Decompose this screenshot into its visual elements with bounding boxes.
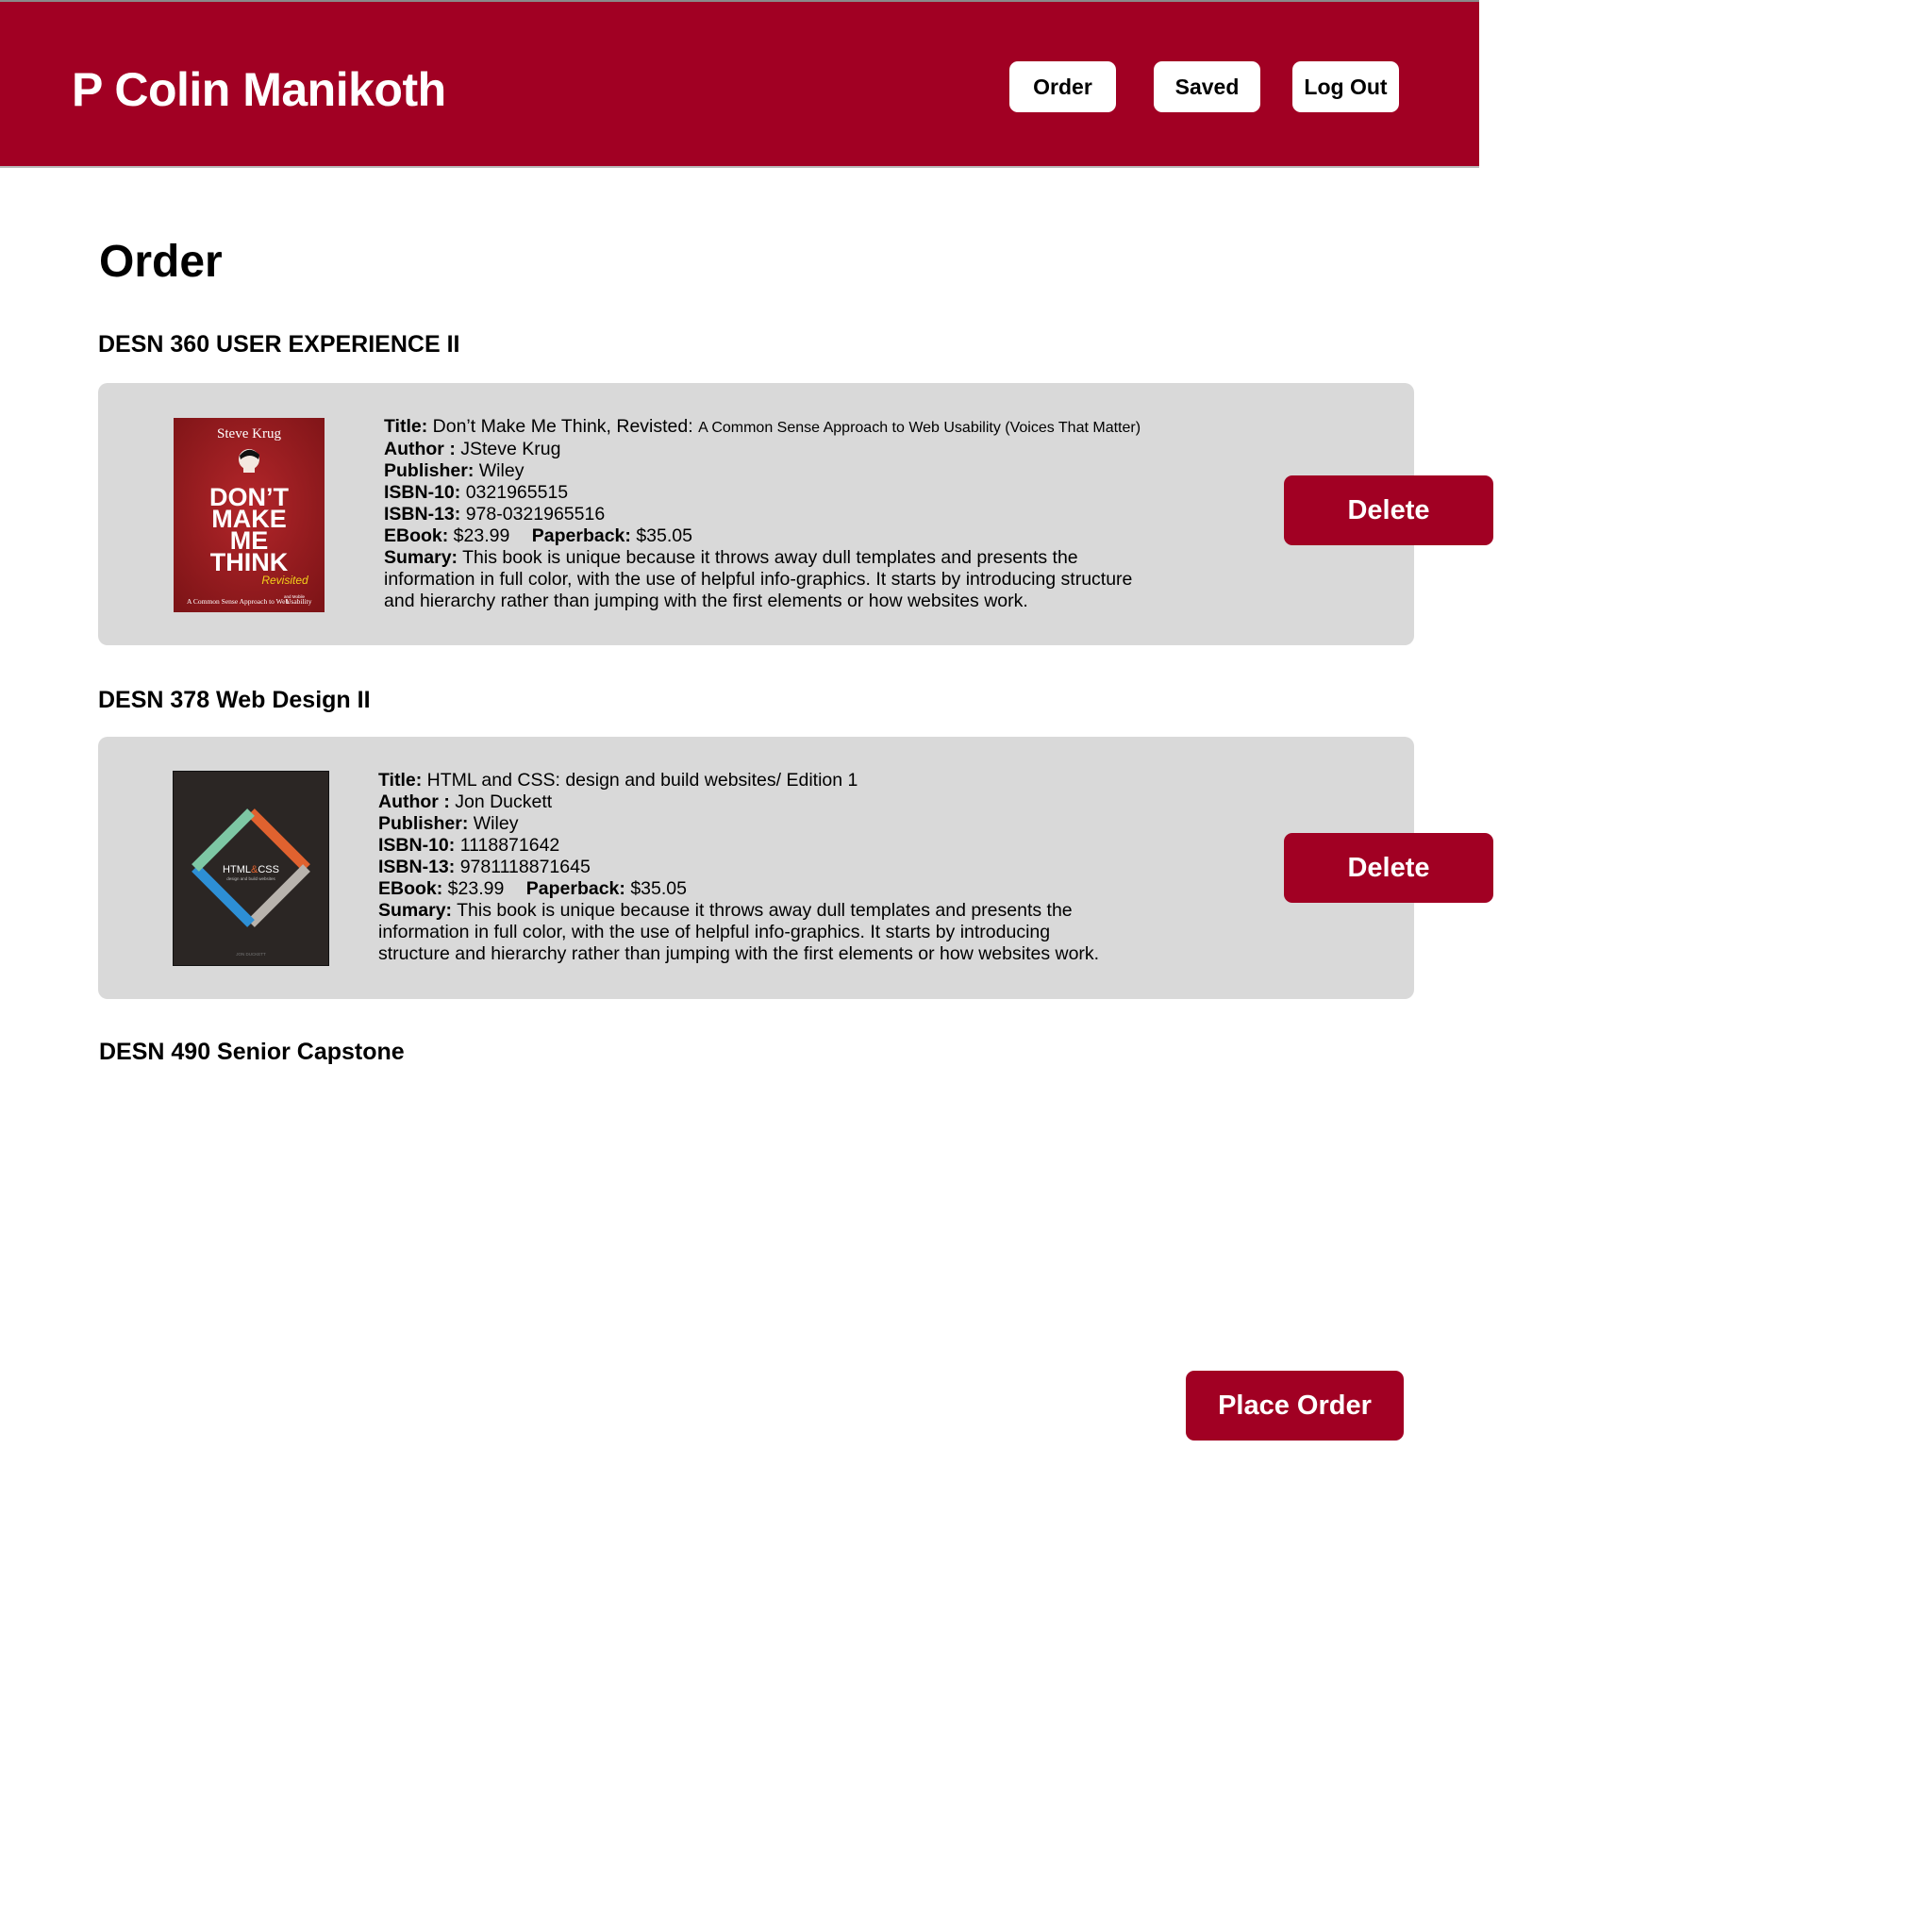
paperback-label: Paperback:: [525, 878, 625, 899]
cover-tagline: design and build websites: [226, 876, 275, 881]
publisher-label: Publisher:: [384, 460, 475, 481]
title-label: Title:: [378, 770, 423, 791]
ebook-label: EBook:: [384, 525, 449, 546]
author-label: Author :: [378, 791, 450, 812]
isbn13-value: 9781118871645: [459, 857, 591, 877]
book-isbn10-row: ISBN-10: 0321965515: [384, 482, 1141, 504]
book-title-row: Title: Don’t Make Me Think, Revisted: A …: [384, 416, 1141, 439]
title-subtitle: A Common Sense Approach to Web Usability…: [698, 420, 1141, 436]
cover-author: JON DUCKETT: [236, 952, 266, 957]
cover-author: Steve Krug: [217, 426, 281, 441]
summary-text: structure and hierarchy rather than jump…: [378, 943, 1100, 964]
cover-subtitle: A Common Sense Approach to Web: [187, 597, 289, 606]
publisher-value: Wiley: [473, 813, 519, 834]
summary-label: Sumary:: [378, 900, 453, 921]
book-card: Steve Krug DON’T MAKE ME THINK Revisited…: [98, 383, 1493, 645]
nav-order-button[interactable]: Order: [1009, 61, 1116, 112]
place-order-button[interactable]: Place Order: [1186, 1371, 1404, 1441]
book-cover-image: HTML&CSS design and build websites JON D…: [173, 771, 329, 966]
summary-text: information in full color, with the use …: [378, 922, 1051, 942]
book-publisher-row: Publisher: Wiley: [384, 460, 1141, 482]
book-publisher-row: Publisher: Wiley: [378, 813, 1099, 835]
book-isbn10-row: ISBN-10: 1118871642: [378, 835, 1099, 857]
title-value: HTML and CSS: design and build websites/…: [426, 770, 858, 791]
isbn10-label: ISBN-10:: [378, 835, 456, 856]
summary-text: information in full color, with the use …: [384, 569, 1133, 590]
book-card: HTML&CSS design and build websites JON D…: [98, 737, 1493, 999]
delete-button[interactable]: Delete: [1284, 475, 1493, 545]
delete-button[interactable]: Delete: [1284, 833, 1493, 903]
isbn13-value: 978-0321965516: [465, 504, 606, 525]
page-title: Order: [99, 237, 223, 287]
course-title: DESN 360 USER EXPERIENCE II: [98, 331, 460, 358]
nav-logout-button[interactable]: Log Out: [1292, 61, 1399, 112]
author-value: JSteve Krug: [460, 439, 561, 459]
isbn10-value: 0321965515: [465, 482, 569, 503]
ebook-label: EBook:: [378, 878, 443, 899]
course-title: DESN 490 Senior Capstone: [99, 1039, 405, 1065]
author-value: Jon Duckett: [455, 791, 553, 812]
isbn13-label: ISBN-13:: [384, 504, 461, 525]
book-author-row: Author : JSteve Krug: [384, 439, 1141, 460]
book-info: Title: Don’t Make Me Think, Revisted: A …: [384, 416, 1141, 612]
book-summary-row: Sumary: This book is unique because it t…: [384, 547, 1141, 569]
ebook-price: $23.99: [453, 525, 510, 546]
summary-text: This book is unique because it throws aw…: [457, 900, 1073, 921]
nav-saved-button[interactable]: Saved: [1154, 61, 1260, 112]
title-value: Don’t Make Me Think, Revisted:: [432, 416, 693, 437]
book-isbn13-row: ISBN-13: 978-0321965516: [384, 504, 1141, 525]
paperback-price: $35.05: [636, 525, 692, 546]
course-title: DESN 378 Web Design II: [98, 687, 371, 713]
title-label: Title:: [384, 416, 428, 437]
cover-subtitle-end: Usability: [286, 597, 312, 606]
cover-revisited: Revisited: [261, 574, 308, 587]
book-summary-row: Sumary: This book is unique because it t…: [378, 900, 1099, 922]
book-title-row: Title: HTML and CSS: design and build we…: [378, 770, 1099, 791]
book-info: Title: HTML and CSS: design and build we…: [378, 770, 1099, 965]
isbn13-label: ISBN-13:: [378, 857, 456, 877]
isbn10-label: ISBN-10:: [384, 482, 461, 503]
paperback-label: Paperback:: [531, 525, 631, 546]
top-header: P Colin Manikoth Order Saved Log Out: [0, 0, 1479, 168]
ebook-price: $23.99: [447, 878, 505, 899]
book-author-row: Author : Jon Duckett: [378, 791, 1099, 813]
author-label: Author :: [384, 439, 456, 459]
paperback-price: $35.05: [630, 878, 687, 899]
summary-label: Sumary:: [384, 547, 458, 568]
cover-line-4: THINK: [210, 548, 289, 576]
book-price-row: EBook: $23.99 Paperback: $35.05: [384, 525, 1141, 547]
publisher-value: Wiley: [478, 460, 525, 481]
summary-text: This book is unique because it throws aw…: [462, 547, 1078, 568]
summary-text: and hierarchy rather than jumping with t…: [384, 591, 1028, 611]
cover-title: HTML&CSS: [223, 864, 279, 875]
isbn10-value: 1118871642: [459, 835, 560, 856]
publisher-label: Publisher:: [378, 813, 469, 834]
book-cover-image: Steve Krug DON’T MAKE ME THINK Revisited…: [174, 418, 325, 612]
book-price-row: EBook: $23.99 Paperback: $35.05: [378, 878, 1099, 900]
book-isbn13-row: ISBN-13: 9781118871645: [378, 857, 1099, 878]
site-brand[interactable]: P Colin Manikoth: [72, 62, 446, 117]
